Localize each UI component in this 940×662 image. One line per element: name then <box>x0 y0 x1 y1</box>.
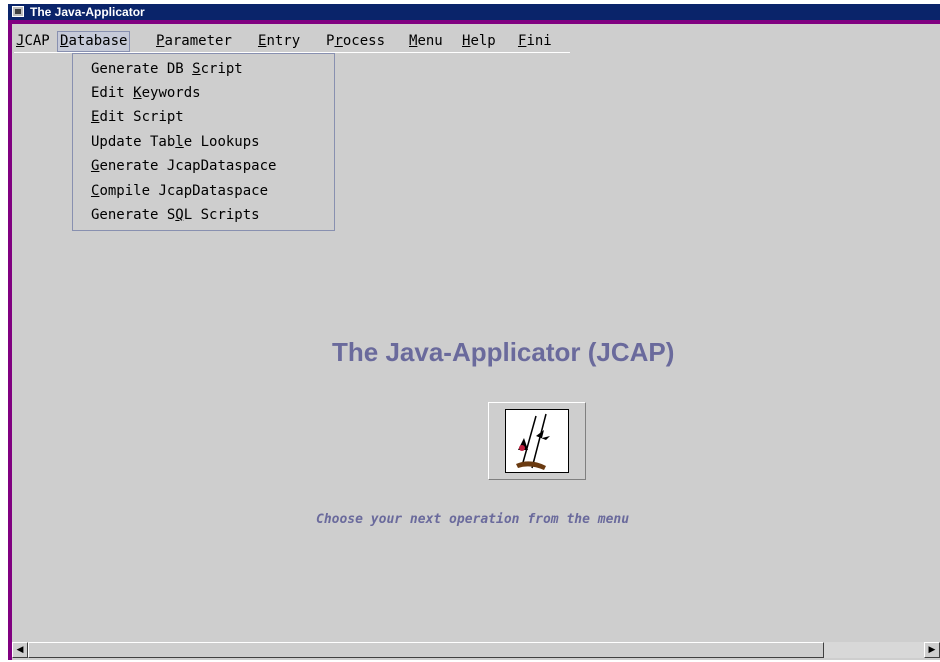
menu-fini[interactable]: Fini <box>516 32 554 51</box>
app-window: The Java-Applicator JCAP Database Parame… <box>8 4 940 660</box>
menu-entry[interactable]: Entry <box>256 32 302 51</box>
menu-bar: JCAP Database Parameter Entry Process Me… <box>14 30 570 53</box>
menu-database[interactable]: Database <box>57 31 131 52</box>
menu-item-edit-keywords[interactable]: Edit Keywords <box>91 83 201 103</box>
horizontal-scrollbar[interactable]: ◀ ▶ <box>12 642 940 658</box>
scrollbar-thumb[interactable] <box>28 642 824 658</box>
scroll-right-arrow-icon[interactable]: ▶ <box>924 642 940 658</box>
menu-item-generate-jcapdataspace[interactable]: Generate JcapDataspace <box>91 156 276 176</box>
menu-item-edit-script[interactable]: Edit Script <box>91 107 184 127</box>
java-applicator-logo-icon <box>505 409 569 473</box>
window-title: The Java-Applicator <box>30 5 145 19</box>
menu-item-generate-sql-scripts[interactable]: Generate SQL Scripts <box>91 205 260 225</box>
menu-item-update-table-lookups[interactable]: Update Table Lookups <box>91 132 260 152</box>
instruction-text: Choose your next operation from the menu <box>316 512 630 527</box>
app-heading: The Java-Applicator (JCAP) <box>332 337 675 367</box>
app-icon[interactable] <box>12 6 24 17</box>
menu-process[interactable]: Process <box>324 32 387 51</box>
logo-button[interactable] <box>488 402 586 480</box>
menu-item-generate-db-script[interactable]: Generate DB Script <box>91 59 243 79</box>
menu-parameter[interactable]: Parameter <box>154 32 234 51</box>
main-content: JCAP Database Parameter Entry Process Me… <box>12 24 940 660</box>
menu-menu[interactable]: Menu <box>407 32 445 51</box>
menu-item-compile-jcapdataspace[interactable]: Compile JcapDataspace <box>91 181 268 201</box>
title-bar[interactable]: The Java-Applicator <box>8 4 940 20</box>
database-dropdown-menu: Generate DB Script Edit Keywords Edit Sc… <box>72 53 335 231</box>
menu-help[interactable]: Help <box>460 32 498 51</box>
scroll-left-arrow-icon[interactable]: ◀ <box>12 642 28 658</box>
menu-jcap[interactable]: JCAP <box>14 32 52 51</box>
